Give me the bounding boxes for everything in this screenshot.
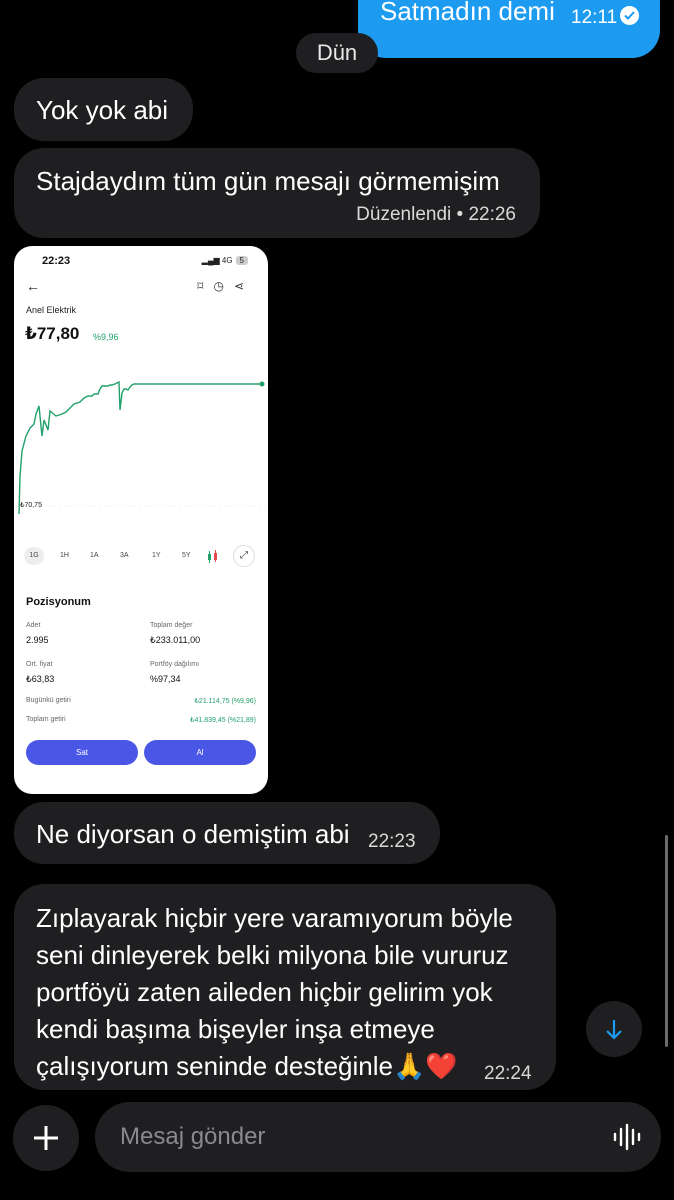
stock-name: Anel Elektrik <box>26 305 77 315</box>
incoming-message-bubble[interactable]: Stajdaydım tüm gün mesajı görmemişim Düz… <box>14 148 540 238</box>
candlestick-icon[interactable] <box>207 550 219 564</box>
range-5y[interactable]: 5Y <box>182 552 191 559</box>
range-1a[interactable]: 1A <box>90 552 99 559</box>
price-chart <box>14 380 268 515</box>
message-text: Satmadın demi <box>380 0 555 26</box>
toolbar-icons: ⌑◷⋖ <box>197 279 254 293</box>
field-label: Bugünkü getiri <box>26 697 71 704</box>
expand-icon[interactable]: ⤢ <box>233 545 255 567</box>
field-label: Toplam değer <box>150 622 193 629</box>
field-value: %97,34 <box>150 674 181 684</box>
arrow-down-icon <box>606 1020 622 1040</box>
share-icon: ⋖ <box>233 279 254 293</box>
buy-button[interactable]: Al <box>144 740 256 765</box>
battery-icon: 5 <box>235 256 248 265</box>
message-time: 12:11 <box>571 7 618 28</box>
date-separator: Dün <box>296 33 378 73</box>
field-label: Toplam getiri <box>26 716 66 723</box>
sell-button[interactable]: Sat <box>26 740 138 765</box>
range-1h[interactable]: 1H <box>60 552 69 559</box>
field-value: ₺41.839,45 (%21,89) <box>190 717 256 724</box>
field-value: ₺21.114,75 (%9,96) <box>194 698 256 705</box>
message-text: Stajdaydım tüm gün mesajı görmemişim <box>36 166 500 196</box>
range-3a[interactable]: 3A <box>120 552 129 559</box>
message-time: 22:24 <box>484 1063 532 1084</box>
network-label: 4G <box>221 256 233 265</box>
voice-message-icon[interactable] <box>612 1123 642 1151</box>
read-check-icon <box>620 6 639 25</box>
incoming-message-bubble[interactable]: Yok yok abi <box>14 78 193 141</box>
range-1g[interactable]: 1G <box>24 547 44 565</box>
composer-bar <box>0 1090 674 1200</box>
alarm-icon: ◷ <box>213 279 234 293</box>
incoming-message-bubble[interactable]: Zıplayarak hiçbir yere varamıyorum böyle… <box>14 884 556 1090</box>
field-value: ₺233.011,00 <box>150 635 201 645</box>
stock-price: ₺77,80 <box>25 324 80 343</box>
incoming-message-bubble[interactable]: Ne diyorsan o demiştim abi 22:23 <box>14 802 440 864</box>
message-time: 22:23 <box>368 831 416 852</box>
bookmark-icon: ⌑ <box>197 279 214 293</box>
range-1y[interactable]: 1Y <box>152 552 161 559</box>
field-label: Adet <box>26 622 41 629</box>
message-text: Ne diyorsan o demiştim abi <box>36 819 350 849</box>
message-input[interactable] <box>95 1102 661 1172</box>
stock-change: %9,96 <box>93 332 119 342</box>
field-value: 2.995 <box>26 635 49 645</box>
position-title: Pozisyonum <box>26 596 91 608</box>
status-bar-icons: ▂▄▆ 4G 5 <box>202 256 248 265</box>
shared-image[interactable]: 22:23 ▂▄▆ 4G 5 ← ⌑◷⋖ Anel Elektrik ₺77,80… <box>14 246 268 794</box>
status-time: 22:23 <box>42 255 71 267</box>
back-arrow-icon: ← <box>26 278 40 294</box>
scrollbar[interactable] <box>665 835 668 1047</box>
field-label: Ort. fiyat <box>26 661 53 668</box>
message-edited-time: Düzenlendi • 22:26 <box>356 204 516 225</box>
scroll-to-bottom-button[interactable] <box>586 1001 642 1057</box>
field-value: ₺63,83 <box>26 674 55 684</box>
outgoing-message-bubble[interactable]: Satmadın demi 12:11 <box>358 0 660 58</box>
plus-icon <box>34 1126 58 1150</box>
field-label: Portföy dağılımı <box>150 661 200 668</box>
chart-low-label: ₺70,75 <box>20 502 42 509</box>
add-attachment-button[interactable] <box>13 1105 79 1171</box>
message-text: Yok yok abi <box>36 95 169 125</box>
message-text: Zıplayarak hiçbir yere varamıyorum böyle… <box>36 903 513 1081</box>
